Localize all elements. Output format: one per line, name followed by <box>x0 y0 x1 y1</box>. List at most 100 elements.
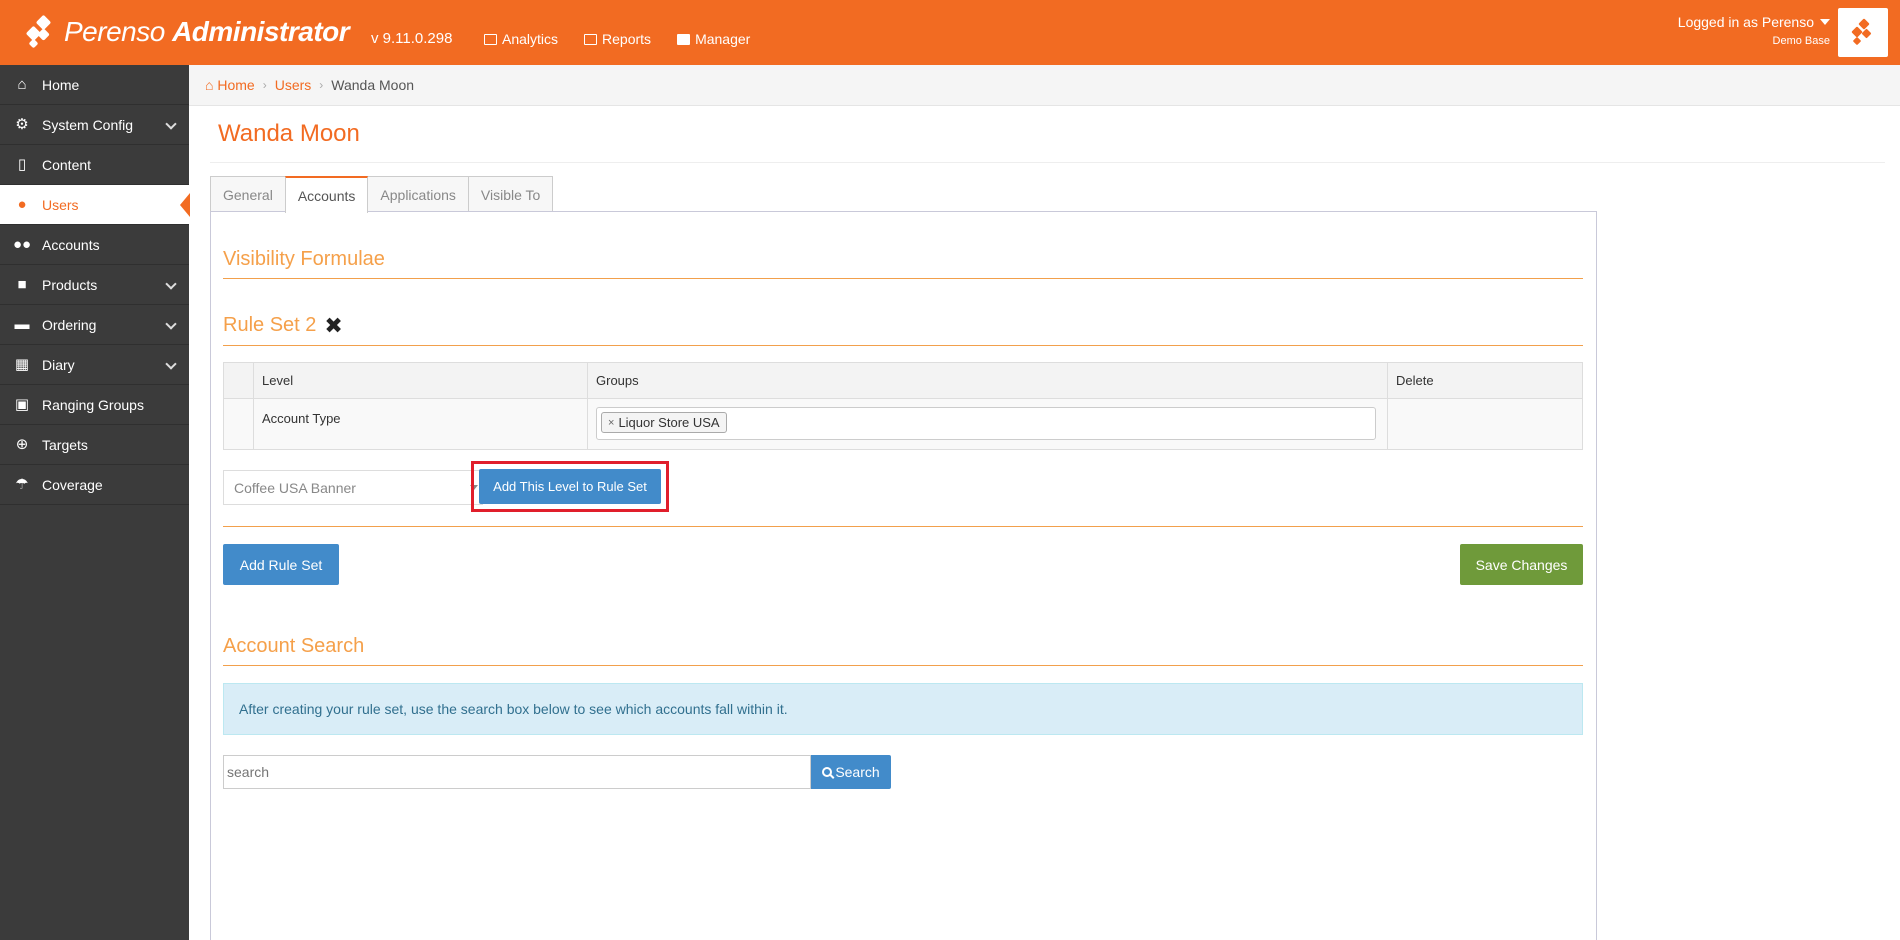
save-changes-button[interactable]: Save Changes <box>1460 544 1583 585</box>
level-select-value: Coffee USA Banner <box>234 479 356 496</box>
tab-accounts[interactable]: Accounts <box>284 176 369 213</box>
breadcrumb-separator: › <box>262 78 267 92</box>
tab-bar: General Accounts Applications Visible To <box>210 176 554 213</box>
table-header-groups: Groups <box>587 362 1388 399</box>
logged-in-label: Logged in as Perenso <box>1677 14 1814 30</box>
umbrella-icon: ☂ <box>15 476 29 493</box>
calendar-icon: ▦ <box>14 356 30 373</box>
row-delete[interactable] <box>1387 398 1583 450</box>
tab-visible-to[interactable]: Visible To <box>467 176 554 212</box>
sidebar-item-system-config[interactable]: ⚙ System Config <box>0 105 189 145</box>
sidebar-item-label: Products <box>42 276 98 293</box>
table-header-level: Level <box>253 362 588 399</box>
sidebar-item-diary[interactable]: ▦ Diary <box>0 345 189 385</box>
table-header-handle <box>223 362 254 399</box>
group-tag: × Liquor Store USA <box>601 412 727 433</box>
version-label: v 9.11.0.298 <box>371 30 453 47</box>
briefcase-icon <box>677 33 691 45</box>
nav-manager-label: Manager <box>695 31 751 47</box>
chevron-down-icon <box>165 278 177 290</box>
sidebar-item-home[interactable]: ⌂ Home <box>0 65 189 105</box>
nav-analytics-label: Analytics <box>502 31 559 47</box>
divider <box>210 162 1885 163</box>
cart-icon: ▬ <box>14 316 30 333</box>
tab-panel <box>210 211 1597 940</box>
info-alert: After creating your rule set, use the se… <box>223 683 1583 735</box>
user-icon: ● <box>17 196 27 213</box>
sidebar-item-label: Users <box>42 196 79 213</box>
sidebar-item-products[interactable]: ■ Products <box>0 265 189 305</box>
add-level-button[interactable]: Add This Level to Rule Set <box>479 469 661 504</box>
search-button[interactable]: Search <box>811 755 891 789</box>
user-menu[interactable]: Logged in as Perenso Demo Base <box>1678 14 1830 47</box>
chevron-down-icon <box>165 118 177 130</box>
sidebar-item-label: System Config <box>42 116 134 133</box>
sidebar-item-users[interactable]: ● Users <box>0 185 190 225</box>
divider <box>223 278 1583 279</box>
divider <box>223 665 1583 666</box>
top-nav: Analytics Reports Manager <box>484 31 750 47</box>
remove-tag-icon[interactable]: × <box>608 417 614 429</box>
sidebar-item-label: Coverage <box>42 476 103 493</box>
visibility-heading: Visibility Formulae <box>223 248 385 270</box>
groups-tag-input[interactable]: × Liquor Store USA <box>596 407 1376 440</box>
home-icon: ⌂ <box>17 76 27 93</box>
nav-reports-label: Reports <box>602 31 652 47</box>
chart-icon <box>484 33 497 45</box>
breadcrumb-users[interactable]: Users <box>275 77 312 93</box>
rule-set-title: Rule Set 2 <box>223 314 317 336</box>
caret-down-icon <box>1820 19 1830 25</box>
gift-icon: ■ <box>17 276 27 293</box>
chevron-down-icon <box>165 358 177 370</box>
nav-manager[interactable]: Manager <box>677 31 750 47</box>
breadcrumb-current: Wanda Moon <box>331 77 415 93</box>
sidebar-item-label: Ranging Groups <box>42 396 144 413</box>
account-search-heading: Account Search <box>223 635 365 657</box>
row-level: Account Type <box>253 398 588 450</box>
sidebar: ⌂ Home ⚙ System Config ▯ Content ● Users… <box>0 65 190 940</box>
divider <box>223 526 1583 527</box>
search-button-label: Search <box>835 764 880 780</box>
brand-title: Perenso Administrator <box>64 16 350 47</box>
rule-set-heading: Rule Set 2 ✖ <box>223 314 343 337</box>
tab-applications[interactable]: Applications <box>367 176 469 212</box>
search-input[interactable] <box>223 755 811 789</box>
crosshairs-icon: ⊕ <box>15 436 29 453</box>
divider <box>223 345 1583 346</box>
sidebar-item-content[interactable]: ▯ Content <box>0 145 189 185</box>
sidebar-item-label: Content <box>42 156 92 173</box>
sidebar-item-coverage[interactable]: ☂ Coverage <box>0 465 189 505</box>
breadcrumb-home[interactable]: ⌂ Home <box>205 77 255 93</box>
sidebar-item-label: Diary <box>42 356 75 373</box>
table-header-row: Level Groups Delete <box>223 362 1583 399</box>
page-title: Wanda Moon <box>218 120 360 147</box>
top-bar: Perenso Administrator v 9.11.0.298 Analy… <box>0 0 1900 65</box>
sidebar-item-label: Ordering <box>42 316 97 333</box>
search-icon <box>822 767 833 777</box>
gear-icon: ⚙ <box>15 116 29 133</box>
group-tag-label: Liquor Store USA <box>618 415 720 430</box>
nav-reports[interactable]: Reports <box>584 31 651 47</box>
tab-general[interactable]: General <box>210 176 286 212</box>
table-row: Account Type × Liquor Store USA <box>223 398 1583 450</box>
rule-table: Level Groups Delete Account Type × Liquo… <box>223 362 1583 450</box>
row-handle[interactable] <box>223 398 254 450</box>
sidebar-item-targets[interactable]: ⊕ Targets <box>0 425 189 465</box>
sidebar-item-accounts[interactable]: ●● Accounts <box>0 225 189 265</box>
cubes-icon: ▣ <box>14 396 30 413</box>
sidebar-item-label: Targets <box>42 436 88 453</box>
avatar[interactable] <box>1838 8 1888 57</box>
sidebar-item-ordering[interactable]: ▬ Ordering <box>0 305 189 345</box>
breadcrumb-separator: › <box>319 78 324 92</box>
level-select[interactable]: Coffee USA Banner <box>223 470 483 505</box>
delete-rule-set-icon[interactable]: ✖ <box>324 314 342 337</box>
row-groups: × Liquor Store USA <box>587 398 1388 450</box>
nav-analytics[interactable]: Analytics <box>484 31 558 47</box>
add-rule-set-button[interactable]: Add Rule Set <box>223 544 339 585</box>
brand[interactable]: Perenso Administrator <box>24 10 350 54</box>
users-icon: ●● <box>12 236 32 253</box>
chevron-down-icon <box>165 318 177 330</box>
perenso-logo-icon <box>24 14 58 49</box>
sidebar-item-ranging-groups[interactable]: ▣ Ranging Groups <box>0 385 189 425</box>
base-label: Demo Base <box>1772 35 1830 47</box>
